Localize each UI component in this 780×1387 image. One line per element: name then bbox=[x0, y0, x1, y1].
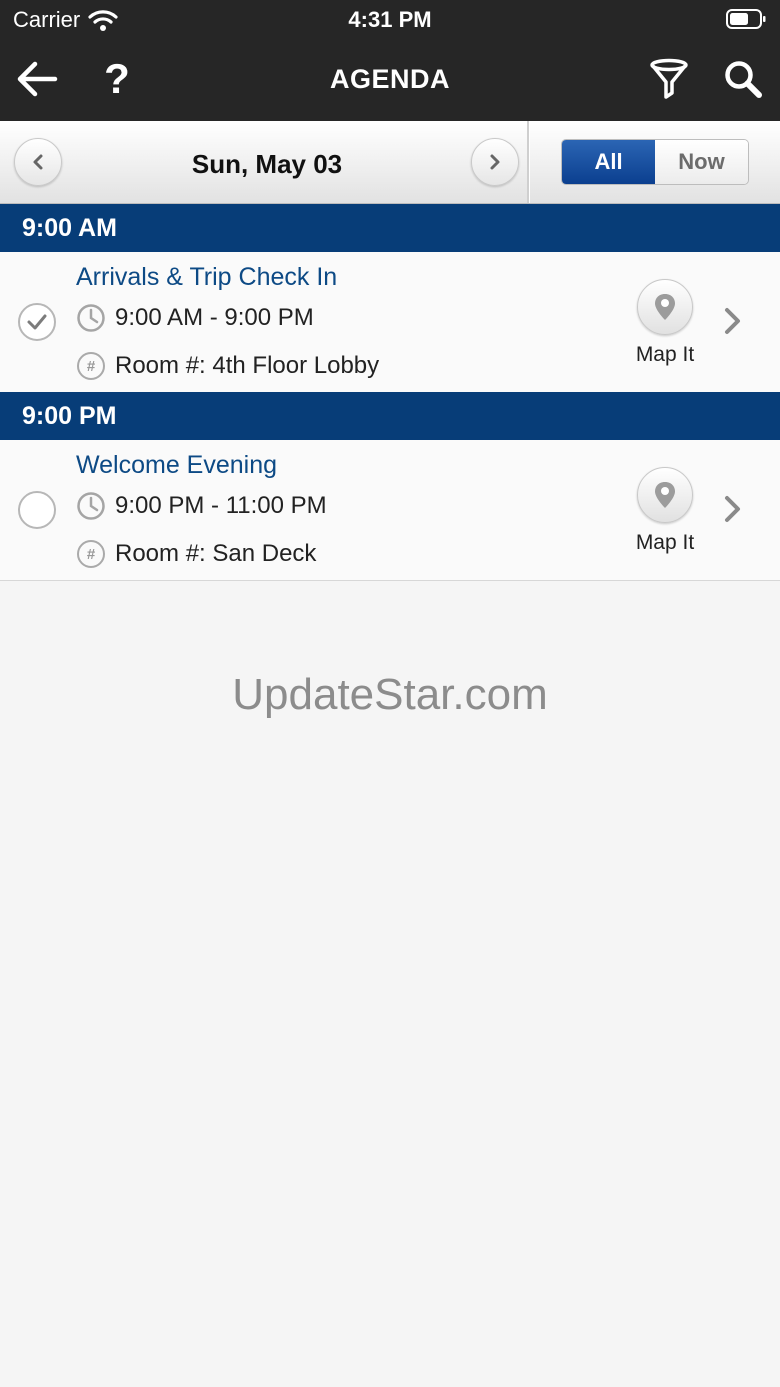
room-label: Room #: 4th Floor Lobby bbox=[115, 352, 380, 379]
agenda-item-title: Welcome Evening bbox=[76, 451, 278, 479]
clock-icon bbox=[76, 303, 106, 333]
agenda-item-title: Arrivals & Trip Check In bbox=[76, 263, 338, 291]
clock-icon bbox=[76, 491, 106, 521]
hash-icon: # bbox=[76, 351, 106, 381]
date-bar: Sun, May 03 All Now bbox=[0, 121, 780, 204]
next-day-button[interactable] bbox=[471, 138, 519, 186]
all-now-segmented-control: All Now bbox=[561, 139, 749, 185]
agenda-item[interactable]: Arrivals & Trip Check In 9:00 AM - 9:00 … bbox=[0, 252, 780, 393]
map-it-label: Map It bbox=[635, 343, 695, 366]
section-header: 9:00 AM bbox=[0, 204, 780, 252]
map-pin-icon bbox=[637, 467, 693, 523]
agenda-item-time: 9:00 AM - 9:00 PM bbox=[76, 303, 314, 333]
agenda-item[interactable]: Welcome Evening 9:00 PM - 11:00 PM # Roo… bbox=[0, 440, 780, 581]
map-it-button[interactable]: Map It bbox=[622, 279, 708, 367]
attend-checkbox[interactable] bbox=[18, 491, 56, 529]
chevron-right-icon bbox=[490, 154, 500, 170]
map-it-button[interactable]: Map It bbox=[622, 467, 708, 555]
chevron-right-icon bbox=[725, 496, 740, 522]
attend-checkbox[interactable] bbox=[18, 303, 56, 341]
watermark: UpdateStar.com bbox=[232, 670, 548, 719]
filter-button[interactable] bbox=[644, 54, 694, 104]
search-button[interactable] bbox=[718, 54, 768, 104]
filter-icon bbox=[650, 58, 688, 99]
hash-icon: # bbox=[76, 539, 106, 569]
current-date: Sun, May 03 bbox=[191, 149, 343, 179]
chevron-right-icon bbox=[725, 308, 740, 334]
room-label: Room #: San Deck bbox=[115, 540, 317, 567]
agenda-item-room: # Room #: 4th Floor Lobby bbox=[76, 351, 379, 381]
search-icon bbox=[725, 61, 762, 98]
app-header: Carrier 4:31 PM ? AGENDA bbox=[0, 0, 780, 121]
agenda-item-room: # Room #: San Deck bbox=[76, 539, 316, 569]
filter-now-tab[interactable]: Now bbox=[655, 140, 748, 184]
chevron-left-icon bbox=[33, 154, 43, 170]
checkmark-icon bbox=[27, 314, 47, 330]
time-range: 9:00 PM - 11:00 PM bbox=[115, 492, 327, 519]
status-time: 4:31 PM bbox=[348, 7, 432, 32]
section-header: 9:00 PM bbox=[0, 392, 780, 440]
map-pin-icon bbox=[637, 279, 693, 335]
time-range: 9:00 AM - 9:00 PM bbox=[115, 304, 314, 331]
date-bar-divider bbox=[527, 121, 530, 203]
filter-all-tab[interactable]: All bbox=[562, 140, 655, 184]
battery-icon bbox=[726, 9, 766, 29]
previous-day-button[interactable] bbox=[14, 138, 62, 186]
agenda-item-time: 9:00 PM - 11:00 PM bbox=[76, 491, 327, 521]
map-it-label: Map It bbox=[635, 531, 695, 554]
